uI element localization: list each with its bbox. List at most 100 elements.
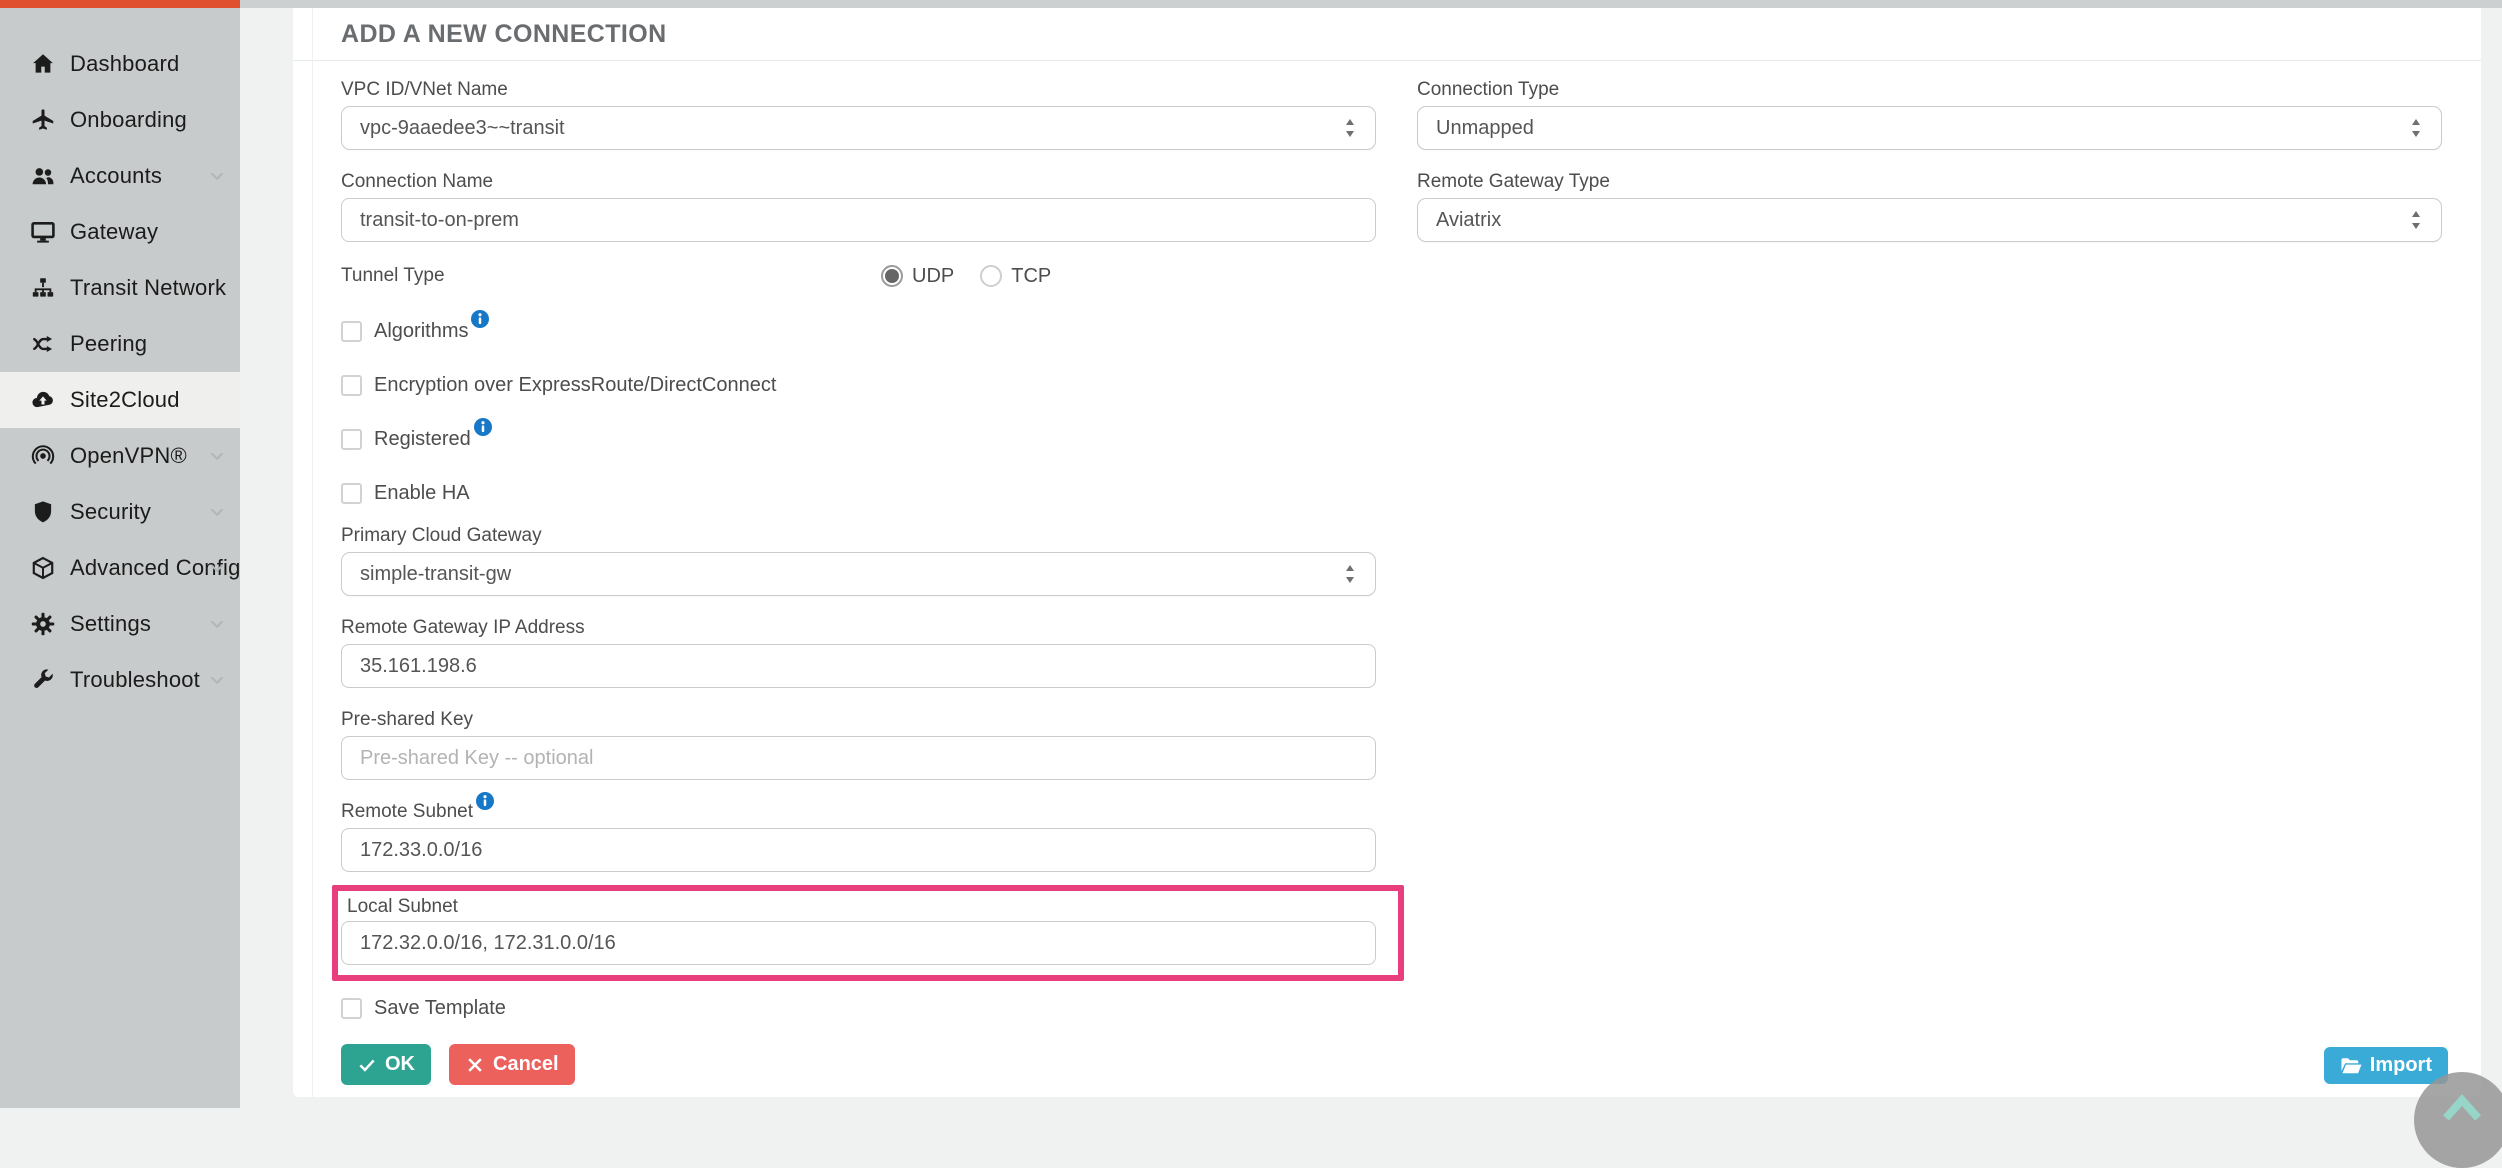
sidebar-item-label: Gateway xyxy=(70,219,158,245)
sidebar-item-transit-network[interactable]: Transit Network xyxy=(0,260,240,316)
plane-icon xyxy=(30,107,56,133)
chevron-up-icon xyxy=(2436,1084,2488,1124)
tunnel-type-row: Tunnel Type UDP TCP xyxy=(341,262,1376,290)
cancel-button[interactable]: Cancel xyxy=(449,1044,575,1085)
add-connection-form: VPC ID/VNet Name vpc-9aaedee3~~transit C… xyxy=(293,61,2481,1085)
scroll-to-top-button[interactable] xyxy=(2414,1072,2502,1168)
sidebar-item-settings[interactable]: Settings xyxy=(0,596,240,652)
sidebar-item-onboarding[interactable]: Onboarding xyxy=(0,92,240,148)
local-subnet-input[interactable] xyxy=(341,921,1376,965)
remote-gateway-type-value: Aviatrix xyxy=(1436,209,1501,232)
sidebar-item-label: Site2Cloud xyxy=(70,387,180,413)
sidebar-item-peering[interactable]: Peering xyxy=(0,316,240,372)
info-icon[interactable] xyxy=(474,418,492,436)
enable-ha-row: Enable HA xyxy=(341,480,1376,506)
sidebar-item-troubleshoot[interactable]: Troubleshoot xyxy=(0,652,240,708)
accent-bar xyxy=(0,0,240,8)
gear-icon xyxy=(30,611,56,637)
vpc-id-label: VPC ID/VNet Name xyxy=(341,80,1376,100)
tunnel-type-label: Tunnel Type xyxy=(341,265,881,287)
remote-gateway-ip-label: Remote Gateway IP Address xyxy=(341,618,1376,638)
registered-row: Registered xyxy=(341,426,1376,452)
encryption-checkbox[interactable] xyxy=(341,375,362,396)
info-icon[interactable] xyxy=(476,792,494,810)
shuffle-icon xyxy=(30,331,56,357)
add-connection-card: ADD A NEW CONNECTION VPC ID/VNet Name vp… xyxy=(293,8,2481,1097)
folder-open-icon xyxy=(2340,1056,2362,1076)
pre-shared-key-input[interactable] xyxy=(341,736,1376,780)
algorithms-checkbox[interactable] xyxy=(341,321,362,342)
algorithms-label: Algorithms xyxy=(374,320,489,343)
sidebar-item-advanced-config[interactable]: Advanced Config xyxy=(0,540,240,596)
select-arrows-icon xyxy=(2409,209,2423,231)
primary-cloud-gateway-select[interactable]: simple-transit-gw xyxy=(341,552,1376,596)
registered-checkbox[interactable] xyxy=(341,429,362,450)
select-arrows-icon xyxy=(2409,117,2423,139)
sidebar: Dashboard Onboarding Accounts Gateway Tr… xyxy=(0,8,240,1108)
users-icon xyxy=(30,163,56,189)
radio-unselected-icon xyxy=(980,265,1002,287)
form-column-left: VPC ID/VNet Name vpc-9aaedee3~~transit C… xyxy=(341,80,1376,1085)
cloud-upload-icon xyxy=(30,387,56,413)
chevron-down-icon xyxy=(206,445,228,467)
info-icon[interactable] xyxy=(471,310,489,328)
sitemap-icon xyxy=(30,275,56,301)
sidebar-item-openvpn[interactable]: OpenVPN® xyxy=(0,428,240,484)
wrench-icon xyxy=(30,667,56,693)
tunnel-tcp-radio[interactable]: TCP xyxy=(980,265,1051,288)
primary-cloud-gateway-value: simple-transit-gw xyxy=(360,563,511,586)
sidebar-item-site2cloud[interactable]: Site2Cloud xyxy=(0,372,240,428)
chevron-down-icon xyxy=(206,669,228,691)
desktop-icon xyxy=(30,219,56,245)
save-template-checkbox[interactable] xyxy=(341,998,362,1019)
tunnel-tcp-label: TCP xyxy=(1011,265,1051,288)
close-icon xyxy=(465,1055,485,1075)
sidebar-item-accounts[interactable]: Accounts xyxy=(0,148,240,204)
sidebar-item-label: Troubleshoot xyxy=(70,667,200,693)
sidebar-item-label: Dashboard xyxy=(70,51,179,77)
card-header: ADD A NEW CONNECTION xyxy=(293,8,2481,61)
connection-type-select[interactable]: Unmapped xyxy=(1417,106,2442,150)
primary-cloud-gateway-label: Primary Cloud Gateway xyxy=(341,526,1376,546)
vpc-id-select[interactable]: vpc-9aaedee3~~transit xyxy=(341,106,1376,150)
sidebar-item-label: Transit Network xyxy=(70,275,226,301)
remote-subnet-input[interactable] xyxy=(341,828,1376,872)
sidebar-item-label: Security xyxy=(70,499,151,525)
algorithms-row: Algorithms xyxy=(341,318,1376,344)
form-column-right: Connection Type Unmapped Remote Gateway … xyxy=(1417,80,2442,1085)
registered-label: Registered xyxy=(374,428,492,451)
connection-name-label: Connection Name xyxy=(341,172,1376,192)
local-subnet-label: Local Subnet xyxy=(347,897,1376,917)
sidebar-item-label: Settings xyxy=(70,611,151,637)
check-icon xyxy=(357,1055,377,1075)
enable-ha-label: Enable HA xyxy=(374,482,470,505)
connection-name-input[interactable] xyxy=(341,198,1376,242)
sidebar-item-dashboard[interactable]: Dashboard xyxy=(0,36,240,92)
encryption-row: Encryption over ExpressRoute/DirectConne… xyxy=(341,372,1376,398)
encryption-label: Encryption over ExpressRoute/DirectConne… xyxy=(374,374,776,397)
tunnel-udp-radio[interactable]: UDP xyxy=(881,265,954,288)
save-template-label: Save Template xyxy=(374,997,506,1020)
sidebar-item-label: OpenVPN® xyxy=(70,443,187,469)
sidebar-item-gateway[interactable]: Gateway xyxy=(0,204,240,260)
remote-gateway-ip-input[interactable] xyxy=(341,644,1376,688)
select-arrows-icon xyxy=(1343,117,1357,139)
remote-gateway-type-label: Remote Gateway Type xyxy=(1417,172,2442,192)
pre-shared-key-label: Pre-shared Key xyxy=(341,710,1376,730)
cube-icon xyxy=(30,555,56,581)
enable-ha-checkbox[interactable] xyxy=(341,483,362,504)
import-button[interactable]: Import xyxy=(2324,1047,2448,1084)
local-subnet-highlight-box: Local Subnet xyxy=(332,885,1404,981)
connection-type-value: Unmapped xyxy=(1436,117,1534,140)
chevron-down-icon xyxy=(206,557,228,579)
chevron-down-icon xyxy=(206,165,228,187)
ok-button[interactable]: OK xyxy=(341,1044,431,1085)
sidebar-item-security[interactable]: Security xyxy=(0,484,240,540)
sidebar-item-label: Peering xyxy=(70,331,147,357)
vpc-id-value: vpc-9aaedee3~~transit xyxy=(360,117,565,140)
page-title: ADD A NEW CONNECTION xyxy=(341,20,667,49)
radio-selected-icon xyxy=(881,265,903,287)
connection-type-label: Connection Type xyxy=(1417,80,2442,100)
remote-gateway-type-select[interactable]: Aviatrix xyxy=(1417,198,2442,242)
sidebar-item-label: Accounts xyxy=(70,163,162,189)
